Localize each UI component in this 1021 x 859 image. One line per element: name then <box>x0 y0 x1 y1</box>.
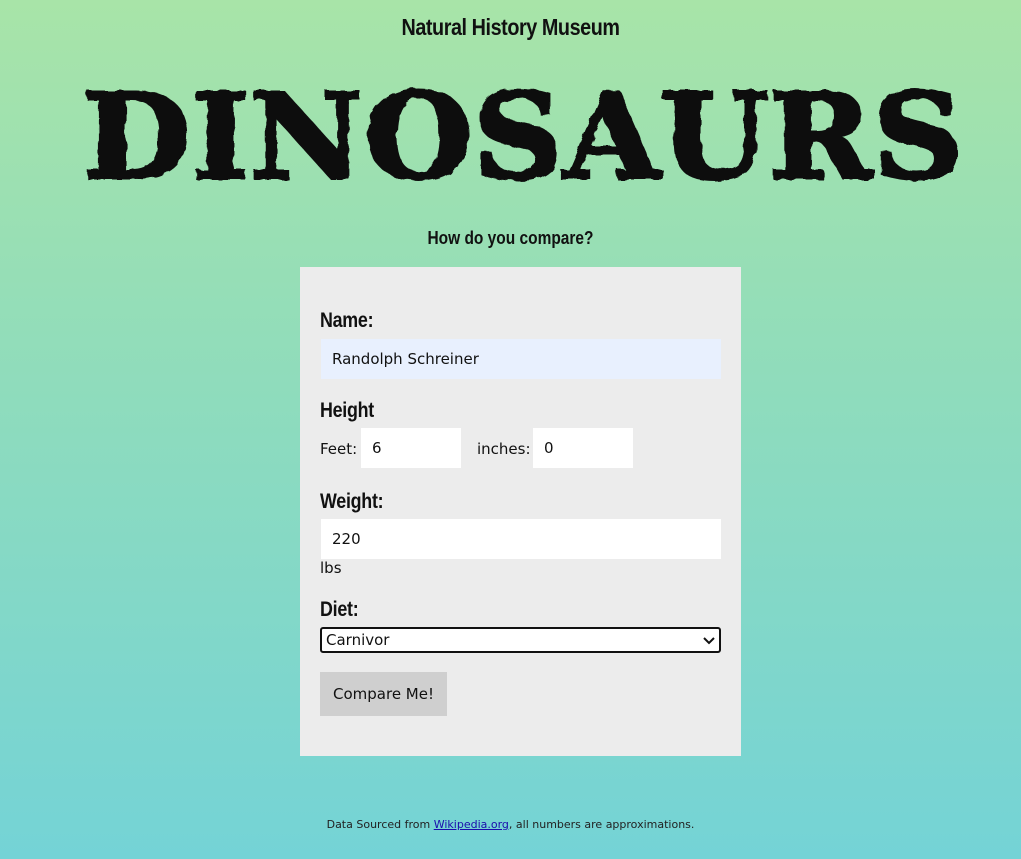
feet-label: Feet: <box>320 440 358 458</box>
diet-label: Diet: <box>320 598 359 621</box>
weight-input[interactable] <box>321 519 721 559</box>
diet-selected-value: Carnivor <box>326 631 390 649</box>
diet-select[interactable]: Carnivor <box>320 627 721 653</box>
footer: Data Sourced from Wikipedia.org, all num… <box>0 818 1021 831</box>
footer-suffix: , all numbers are approximations. <box>508 818 695 831</box>
dinosaurs-banner: DINOSAURS <box>80 78 966 190</box>
height-label: Height <box>320 399 375 422</box>
feet-input[interactable] <box>361 428 461 468</box>
wikipedia-link[interactable]: Wikipedia.org <box>434 818 509 831</box>
inches-label: inches: <box>477 440 531 458</box>
footer-prefix: Data Sourced from <box>326 818 434 831</box>
museum-title: Natural History Museum <box>401 14 620 40</box>
subtitle: How do you compare? <box>427 228 594 248</box>
chevron-down-icon <box>703 637 715 645</box>
name-label: Name: <box>320 309 374 332</box>
name-input[interactable] <box>321 339 721 379</box>
inches-input[interactable] <box>533 428 633 468</box>
banner-title: DINOSAURS <box>83 78 963 190</box>
weight-unit-label: lbs <box>320 559 342 577</box>
compare-form: Name: Height Feet: inches: Weight: lbs D… <box>300 267 741 756</box>
weight-label: Weight: <box>320 490 384 513</box>
compare-button[interactable]: Compare Me! <box>320 672 447 716</box>
